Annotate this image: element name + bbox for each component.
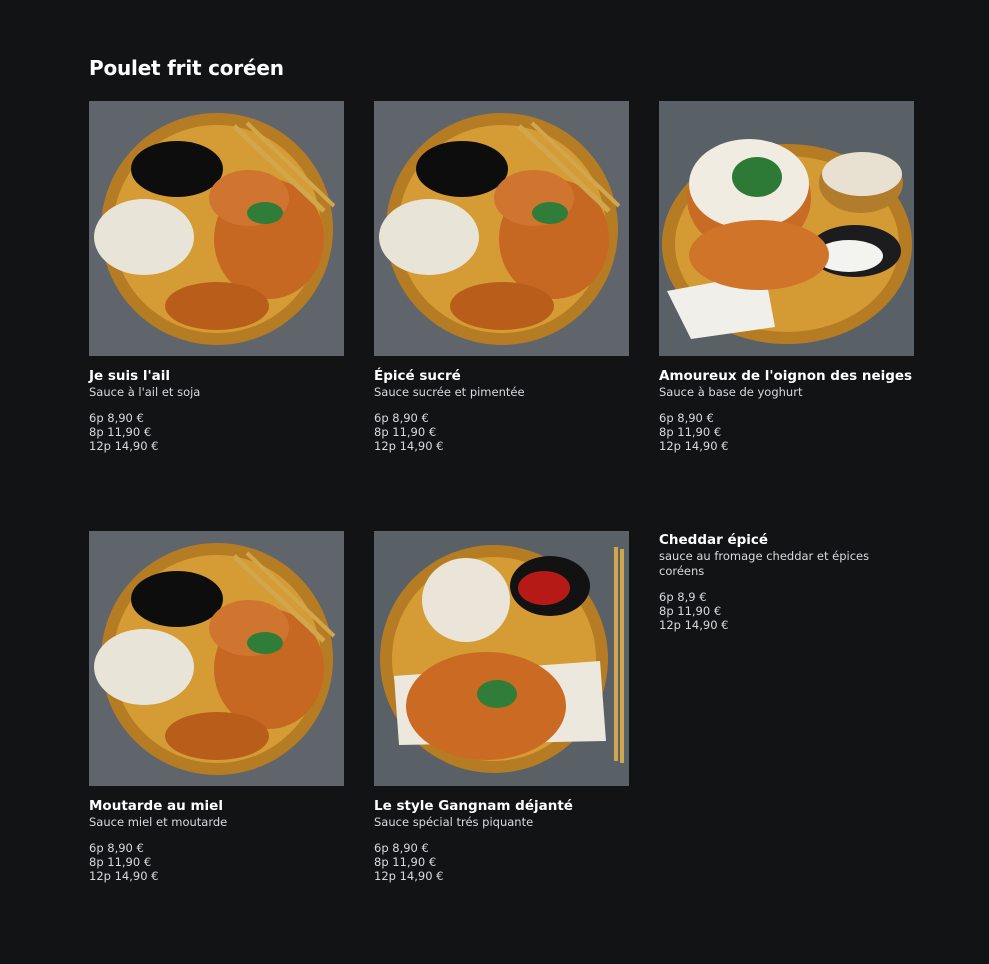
menu-item-card[interactable]: Épicé sucré Sauce sucrée et pimentée 6p … [374, 101, 629, 453]
item-name: Le style Gangnam déjanté [374, 798, 573, 814]
price-list: 6p 8,90 € 8p 11,90 € 12p 14,90 € [374, 841, 629, 883]
menu-item-card[interactable]: Je suis l'ail Sauce à l'ail et soja 6p 8… [89, 101, 344, 453]
price-12p: 12p 14,90 € [374, 869, 444, 883]
price-12p: 12p 14,90 € [89, 869, 159, 883]
price-12p: 12p 14,90 € [89, 439, 159, 453]
menu-item-card[interactable]: Cheddar épicé sauce au fromage cheddar e… [659, 531, 914, 632]
menu-item-card[interactable]: Le style Gangnam déjanté Sauce spécial t… [374, 531, 629, 883]
price-8p: 8p 11,90 € [659, 604, 722, 618]
item-name: Épicé sucré [374, 368, 461, 384]
price-list: 6p 8,90 € 8p 11,90 € 12p 14,90 € [89, 841, 344, 883]
price-6p: 6p 8,90 € [89, 841, 144, 855]
honey-mustard-chicken-image [89, 531, 344, 786]
menu-item-card[interactable]: Amoureux de l'oignon des neiges Sauce à … [659, 101, 914, 453]
sweet-spicy-chicken-image [374, 101, 629, 356]
item-name: Cheddar épicé [659, 532, 769, 548]
price-12p: 12p 14,90 € [374, 439, 444, 453]
price-list: 6p 8,90 € 8p 11,90 € 12p 14,90 € [89, 411, 344, 453]
price-list: 6p 8,9 € 8p 11,90 € 12p 14,90 € [659, 590, 914, 632]
price-6p: 6p 8,90 € [89, 411, 144, 425]
price-list: 6p 8,90 € 8p 11,90 € 12p 14,90 € [374, 411, 629, 453]
price-list: 6p 8,90 € 8p 11,90 € 12p 14,90 € [659, 411, 914, 453]
price-6p: 6p 8,90 € [374, 841, 429, 855]
gangnam-style-chicken-image [374, 531, 629, 786]
price-6p: 6p 8,90 € [374, 411, 429, 425]
item-description: sauce au fromage cheddar et épices corée… [659, 549, 870, 578]
price-6p: 6p 8,9 € [659, 590, 707, 604]
price-8p: 8p 11,90 € [374, 425, 437, 439]
price-8p: 8p 11,90 € [374, 855, 437, 869]
garlic-soy-chicken-image [89, 101, 344, 356]
item-name: Amoureux de l'oignon des neiges [659, 368, 913, 384]
price-12p: 12p 14,90 € [659, 439, 729, 453]
item-description: Sauce sucrée et pimentée [374, 385, 525, 399]
item-name: Moutarde au miel [89, 798, 223, 814]
menu-item-card[interactable]: Moutarde au miel Sauce miel et moutarde … [89, 531, 344, 883]
item-description: Sauce à base de yoghurt [659, 385, 803, 399]
item-description: Sauce spécial trés piquante [374, 815, 534, 829]
price-6p: 6p 8,90 € [659, 411, 714, 425]
price-8p: 8p 11,90 € [89, 855, 152, 869]
item-description: Sauce à l'ail et soja [89, 385, 201, 399]
page-title: Poulet frit coréen [89, 56, 284, 80]
item-description: Sauce miel et moutarde [89, 815, 228, 829]
price-8p: 8p 11,90 € [89, 425, 152, 439]
price-8p: 8p 11,90 € [659, 425, 722, 439]
item-name: Je suis l'ail [89, 368, 171, 384]
price-12p: 12p 14,90 € [659, 618, 729, 632]
snow-onion-chicken-image [659, 101, 914, 356]
